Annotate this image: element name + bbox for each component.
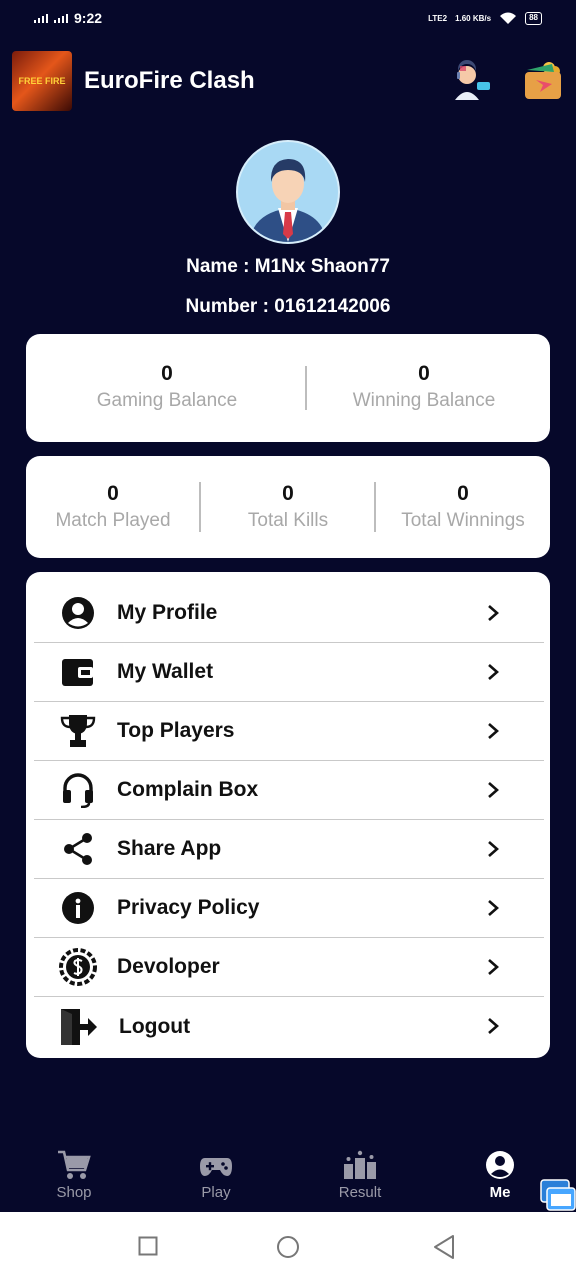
stats-card: 0 Match Played 0 Total Kills 0 Total Win… [26,456,550,558]
signal-icon [34,13,48,23]
app-bar: FREE FIRE EuroFire Clash [0,48,576,114]
chevron-right-icon [488,959,499,975]
menu-item-logout[interactable]: Logout [34,997,544,1056]
share-icon [58,829,98,869]
nav-label: Me [489,1184,511,1201]
system-navigation-bar [0,1212,576,1280]
developer-badge-icon [58,947,98,987]
cart-icon [58,1150,91,1179]
chevron-right-icon [488,664,499,680]
chevron-right-icon [488,723,499,739]
menu-label: Privacy Policy [117,896,260,919]
info-icon [58,888,98,928]
nav-label: Play [201,1184,231,1201]
menu-item-top-players[interactable]: Top Players [34,702,544,761]
status-bar: 9:22 LTE2 1.60 KB/s 88 [0,0,576,36]
menu-item-devoloper[interactable]: Devoloper [34,938,544,997]
app-title: EuroFire Clash [84,67,255,94]
user-avatar-icon [250,159,326,242]
chevron-right-icon [488,605,499,621]
chevron-right-icon [488,841,499,857]
menu-item-complain-box[interactable]: Complain Box [34,761,544,820]
nav-item-result[interactable]: Result [310,1150,410,1201]
menu-label: Devoloper [117,955,220,978]
match-played: 0 Match Played [26,482,200,532]
nav-item-me[interactable]: Me [450,1150,550,1201]
nav-label: Shop [56,1184,92,1201]
network-label: LTE2 [428,13,448,23]
chevron-right-icon [488,1018,499,1034]
match-played-label: Match Played [55,510,171,531]
balance-card: 0 Gaming Balance 0 Winning Balance [26,334,550,442]
user-name: Name : M1Nx Shaon77 [186,256,390,277]
nav-item-play[interactable]: Play [166,1150,266,1201]
podium-icon [344,1150,376,1179]
menu-item-my-wallet[interactable]: My Wallet [34,643,544,702]
menu-label: My Profile [117,601,218,624]
total-kills: 0 Total Kills [201,482,375,532]
recent-apps-icon[interactable] [138,1236,158,1256]
total-kills-value: 0 [282,482,294,505]
home-icon[interactable] [276,1235,300,1259]
menu-label: Logout [119,1014,191,1038]
winning-balance-value: 0 [418,362,430,385]
avatar [236,140,340,244]
winning-balance-label: Winning Balance [352,390,496,411]
gamepad-icon [200,1158,232,1176]
menu-label: Share App [117,837,222,860]
logout-icon [58,1007,98,1047]
back-icon[interactable] [432,1234,456,1260]
wifi-icon [500,12,517,24]
winning-balance: 0 Winning Balance [298,362,550,412]
menu-card: My Profile My Wallet Top Players Complai… [26,572,550,1058]
trophy-icon [58,711,98,751]
battery-icon: 88 [525,11,542,25]
gaming-balance: 0 Gaming Balance [42,362,292,412]
nav-item-shop[interactable]: Shop [24,1150,124,1201]
account-circle-icon [486,1151,514,1179]
gaming-balance-label: Gaming Balance [96,390,238,411]
total-winnings-value: 0 [457,482,469,505]
total-winnings-label: Total Winnings [401,510,525,531]
speed-label: 1.60 KB/s [455,13,492,23]
headset-icon [58,770,98,810]
menu-label: Complain Box [117,778,259,801]
menu-label: Top Players [117,719,235,742]
signal-icon [54,13,68,23]
chevron-right-icon [488,782,499,798]
match-played-value: 0 [107,482,119,505]
floating-window-icon[interactable] [539,1178,576,1212]
account-circle-icon [58,593,98,633]
total-winnings: 0 Total Winnings [376,482,550,532]
wallet-icon[interactable] [522,60,564,102]
menu-label: My Wallet [117,660,214,683]
clock: 9:22 [74,10,103,26]
menu-item-share-app[interactable]: Share App [34,820,544,879]
nav-label: Result [338,1184,382,1201]
bottom-nav: Shop Play Result Me [0,1140,576,1212]
user-number: Number : 01612142006 [185,296,391,317]
chevron-right-icon [488,900,499,916]
wallet-icon [58,652,98,692]
menu-item-privacy-policy[interactable]: Privacy Policy [34,879,544,938]
menu-item-my-profile[interactable]: My Profile [34,584,544,643]
support-agent-icon[interactable] [450,60,492,102]
app-logo: FREE FIRE [12,51,72,111]
total-kills-label: Total Kills [247,510,329,531]
gaming-balance-value: 0 [161,362,173,385]
